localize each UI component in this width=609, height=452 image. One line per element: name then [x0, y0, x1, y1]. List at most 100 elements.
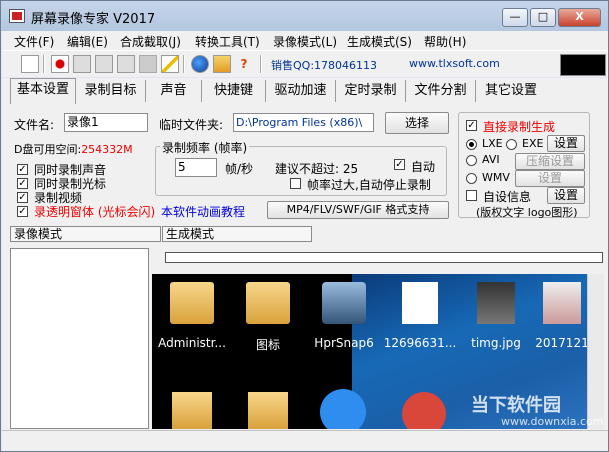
- close-button[interactable]: X: [558, 8, 601, 27]
- play-icon[interactable]: [117, 55, 135, 73]
- menu-file[interactable]: 文件(F): [14, 33, 54, 50]
- minimize-button[interactable]: —: [502, 8, 528, 27]
- temp-folder-input[interactable]: D:\Program Files (x86)\: [233, 113, 374, 132]
- record-list-pane[interactable]: [10, 248, 149, 429]
- new-icon[interactable]: [21, 55, 39, 73]
- lxe-settings-button[interactable]: 设置: [547, 135, 585, 152]
- wmv-settings-button[interactable]: 设置: [515, 170, 585, 187]
- toolbar-separator: [260, 55, 262, 73]
- website-link[interactable]: www.tlxsoft.com: [409, 57, 500, 70]
- record-cursor-checkbox[interactable]: ✓: [17, 178, 28, 189]
- toolbar-separator: [183, 55, 185, 73]
- avi-radio[interactable]: [466, 155, 477, 166]
- folder-icon: [170, 282, 214, 324]
- preview-mini: [560, 54, 606, 76]
- menu-edit[interactable]: 编辑(E): [67, 33, 108, 50]
- auto-checkbox[interactable]: ✓: [394, 159, 405, 170]
- desktop-icon-label: Administr...: [158, 336, 226, 350]
- wmv-label: WMV: [482, 171, 510, 184]
- image-thumbnail-icon: [543, 282, 581, 324]
- folder-icon: [246, 282, 290, 324]
- choose-button[interactable]: 选择: [385, 112, 449, 134]
- tab-record-target[interactable]: 录制目标: [76, 80, 146, 102]
- pen-icon[interactable]: [161, 55, 179, 73]
- sales-qq: 销售QQ:178046113: [271, 59, 378, 72]
- watermark-url: www.downxia.com: [501, 415, 604, 428]
- folder-upload-icon[interactable]: [213, 55, 231, 73]
- record-sound-checkbox[interactable]: ✓: [17, 164, 28, 175]
- filename-label: 文件名:: [14, 118, 55, 132]
- menu-convert-tools[interactable]: 转换工具(T): [195, 33, 260, 50]
- exe-radio[interactable]: [506, 139, 517, 150]
- camera-app-icon: [322, 282, 366, 324]
- desktop-icon-hprsnap[interactable]: HprSnap6: [304, 280, 384, 360]
- custom-info-note: (版权文字 logo图形): [476, 206, 578, 219]
- menu-compose[interactable]: 合成截取(J): [120, 33, 181, 50]
- auto-stop-checkbox[interactable]: [290, 178, 301, 189]
- auto-label: 自动: [411, 160, 436, 174]
- direct-record-label: 直接录制生成: [483, 120, 556, 134]
- tab-basic[interactable]: 基本设置: [10, 78, 76, 104]
- auto-stop-label: 帧率过大,自动停止录制: [307, 178, 431, 192]
- watermark-brand: 当下软件园: [471, 395, 561, 416]
- tab-timer[interactable]: 定时录制: [336, 80, 406, 102]
- record-icon[interactable]: [51, 55, 69, 73]
- record-video-checkbox[interactable]: ✓: [17, 192, 28, 203]
- image-thumbnail-icon: [477, 282, 515, 324]
- desktop-icon-folder[interactable]: 图标: [228, 280, 308, 360]
- wmv-radio[interactable]: [466, 173, 477, 184]
- record-transparent-label: 录透明窗体 (光标会闪): [34, 205, 156, 219]
- tab-split[interactable]: 文件分割: [406, 80, 476, 102]
- status-bar: [2, 430, 608, 451]
- fps-input[interactable]: 5: [175, 158, 217, 177]
- menu-help[interactable]: 帮助(H): [424, 33, 466, 50]
- maximize-button[interactable]: □: [530, 8, 556, 27]
- toolbar: ? 销售QQ:178046113 www.tlxsoft.com: [2, 50, 608, 77]
- disk-space-label: D盘可用空间:254332M: [14, 143, 133, 156]
- custom-info-settings-button[interactable]: 设置: [547, 187, 585, 204]
- menu-record-mode[interactable]: 录像模式(L): [273, 33, 337, 50]
- desktop-icon-file[interactable]: 12696631...: [380, 280, 460, 360]
- camera-icon[interactable]: [139, 55, 157, 73]
- tab-driver[interactable]: 驱动加速: [266, 80, 336, 102]
- record-mode-tab[interactable]: 录像模式: [10, 226, 161, 242]
- tab-other[interactable]: 其它设置: [476, 80, 546, 102]
- app-window: 屏幕录像专家 V2017 — □ X 文件(F) 编辑(E) 合成截取(J) 转…: [0, 0, 609, 452]
- disk-space-value: 254332M: [81, 143, 133, 156]
- lxe-label: LXE: [482, 137, 503, 150]
- tab-sound[interactable]: 声音: [146, 80, 202, 102]
- folder-icon: [172, 392, 212, 429]
- title-bar: 屏幕录像专家 V2017 — □ X: [1, 1, 608, 31]
- custom-info-label: 自设信息: [483, 190, 532, 204]
- vertical-scrollbar[interactable]: [587, 274, 604, 429]
- stop-icon[interactable]: [95, 55, 113, 73]
- direct-record-checkbox[interactable]: ✓: [466, 120, 477, 131]
- desktop-icon-label: 2017121: [535, 336, 587, 350]
- temp-folder-label: 临时文件夹:: [159, 118, 224, 132]
- generate-mode-tab[interactable]: 生成模式: [162, 226, 312, 242]
- format-support-button[interactable]: MP4/FLV/SWF/GIF 格式支持: [267, 201, 449, 219]
- tab-hotkey[interactable]: 快捷键: [202, 80, 266, 102]
- record-transparent-checkbox[interactable]: ✓: [17, 206, 28, 217]
- custom-info-checkbox[interactable]: [466, 190, 477, 201]
- desktop-icon-image2[interactable]: 2017121: [522, 280, 587, 360]
- document-icon: [402, 282, 438, 324]
- desktop-icon-label: HprSnap6: [314, 336, 374, 350]
- desktop-icon-label: 12696631...: [383, 336, 457, 350]
- max-suggest: 建议不超过: 25: [275, 162, 359, 176]
- menu-generate-mode[interactable]: 生成模式(S): [347, 33, 412, 50]
- menu-bar: 文件(F) 编辑(E) 合成截取(J) 转换工具(T) 录像模式(L) 生成模式…: [2, 31, 608, 50]
- desktop-icon-user-folder[interactable]: Administr...: [152, 280, 232, 360]
- compress-settings-button[interactable]: 压缩设置: [515, 153, 585, 170]
- globe-icon[interactable]: [191, 55, 209, 73]
- desktop-icon-label: 图标: [255, 338, 280, 352]
- filename-input[interactable]: 录像1: [64, 113, 148, 132]
- fps-unit: 帧/秒: [225, 162, 254, 176]
- pause-icon[interactable]: [73, 55, 91, 73]
- app-circle-icon: [320, 389, 366, 429]
- progress-bar: [165, 252, 603, 263]
- lxe-radio[interactable]: [466, 139, 477, 150]
- folder-icon: [248, 392, 288, 429]
- help-icon[interactable]: ?: [235, 55, 253, 73]
- tutorial-link[interactable]: 本软件动画教程: [161, 203, 245, 220]
